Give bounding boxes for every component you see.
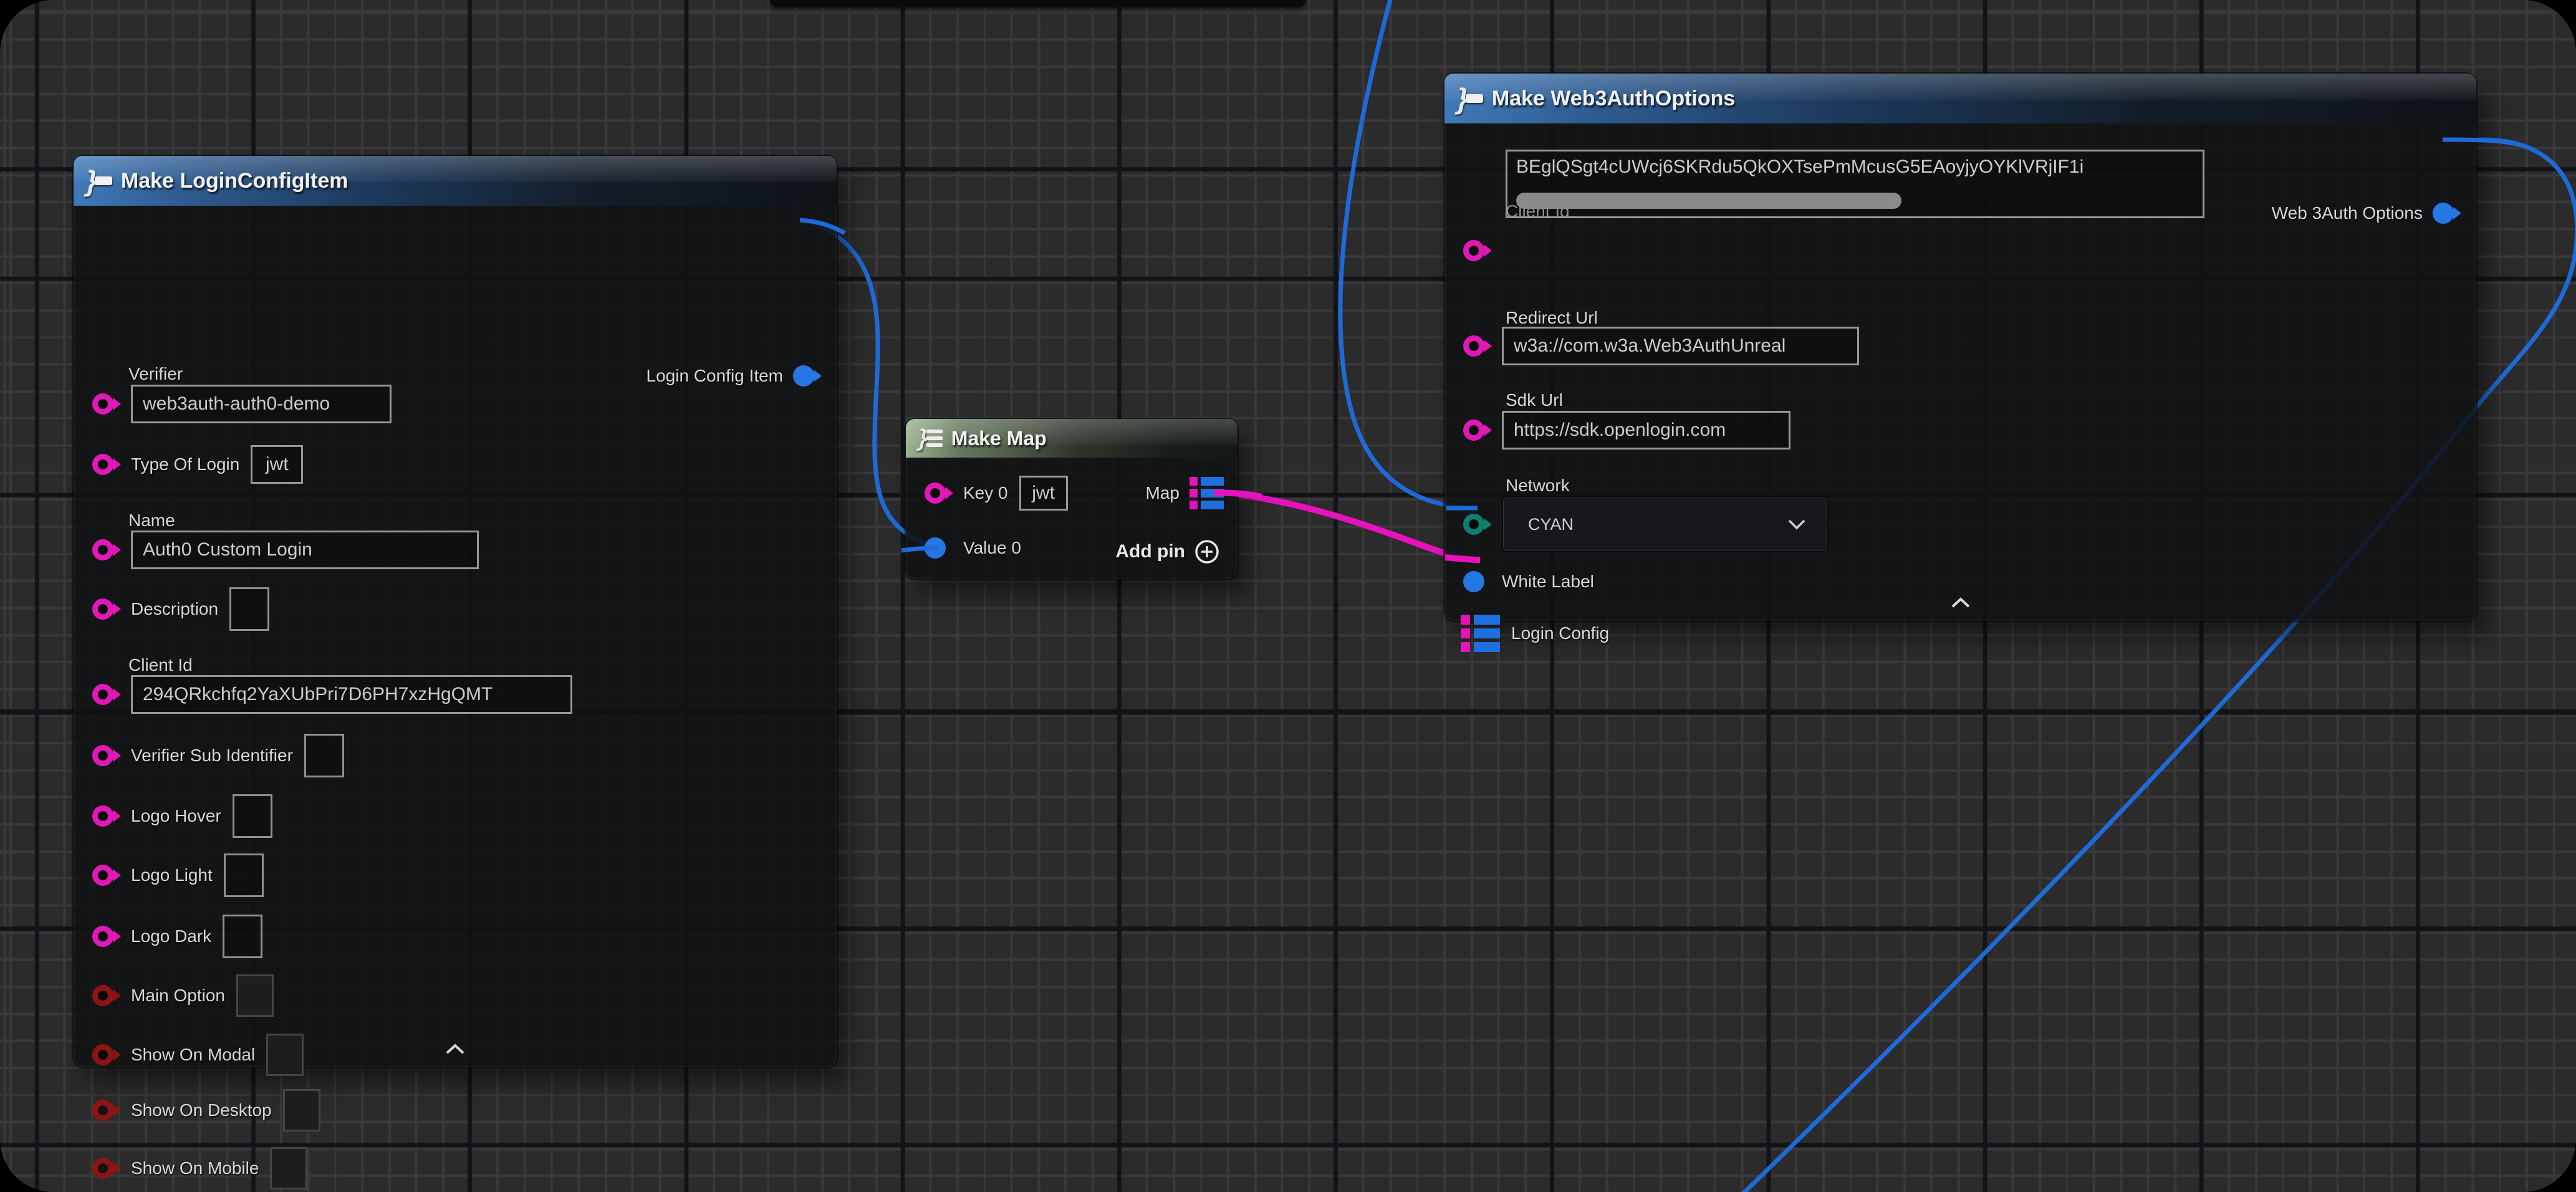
blueprint-graph-canvas[interactable]: } Make LoginConfigItem Login Config Item… xyxy=(0,0,2576,1192)
wire-stubs-layer xyxy=(0,0,2576,1192)
